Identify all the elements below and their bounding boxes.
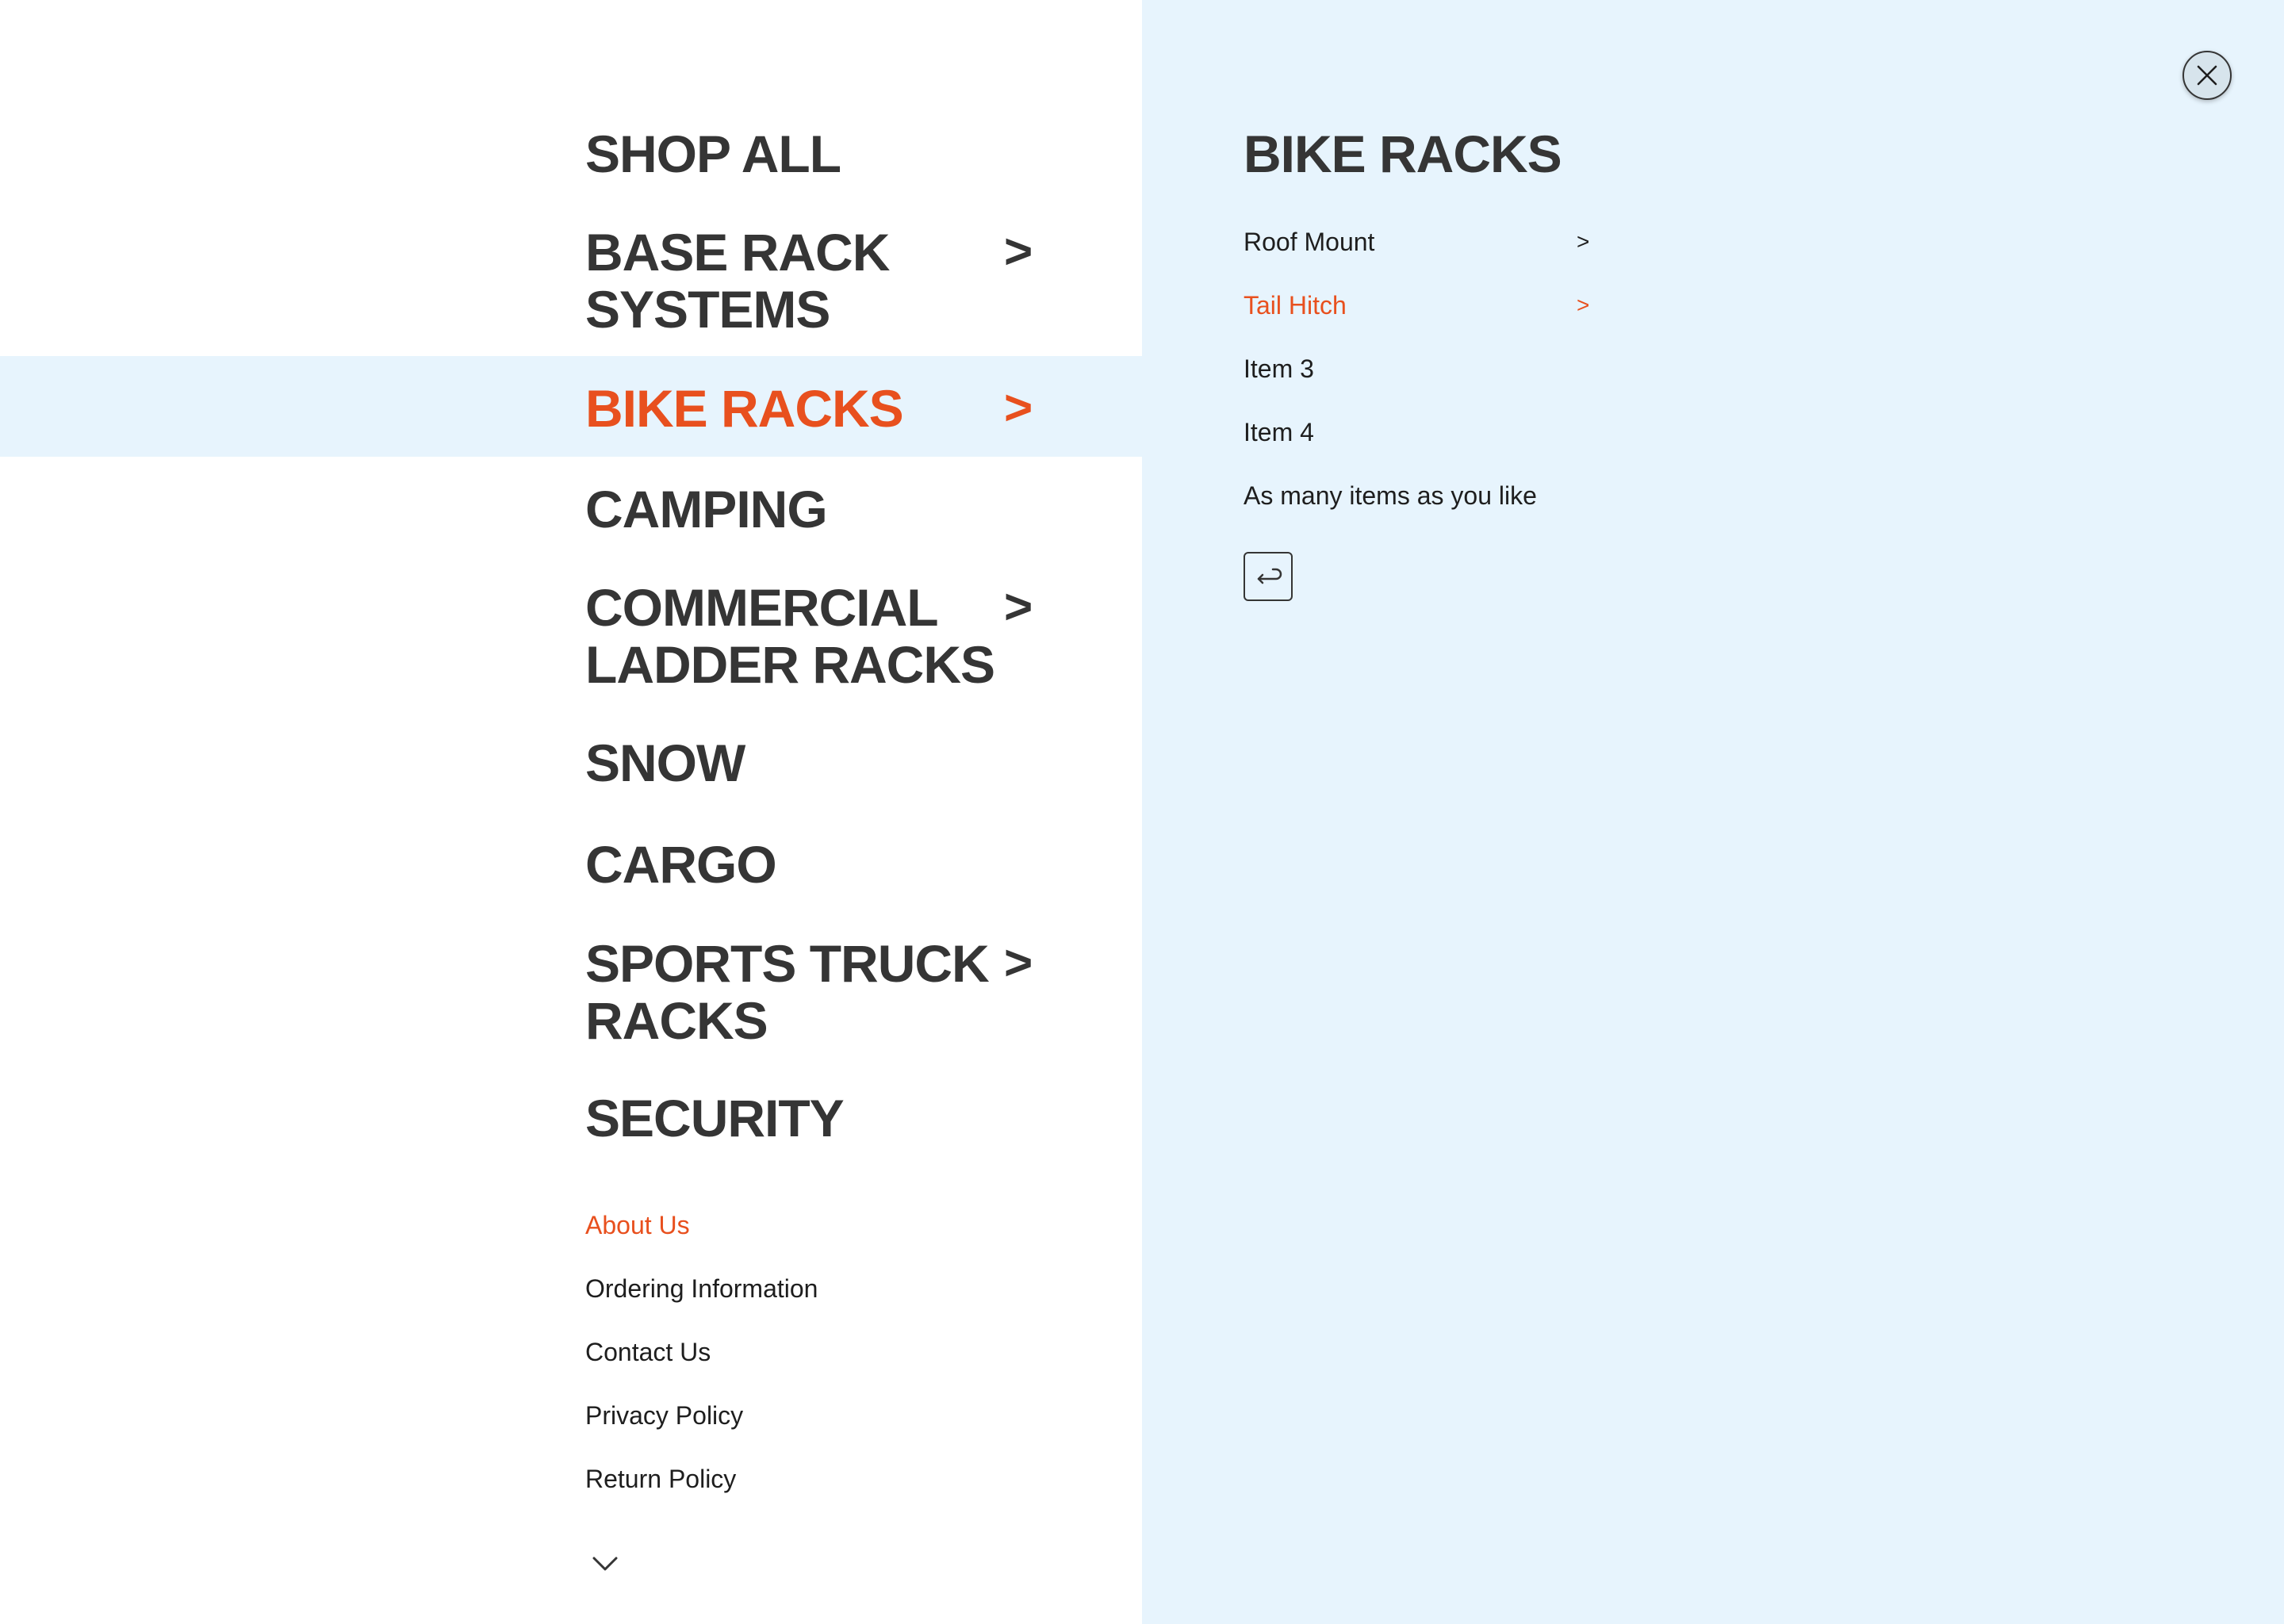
menu-item-camping[interactable]: CAMPING: [585, 481, 1077, 538]
submenu-item-tail-hitch[interactable]: Tail Hitch >: [1244, 289, 1592, 321]
menu-item-security[interactable]: SECURITY: [585, 1090, 1077, 1147]
menu-item-label: BIKE RACKS: [585, 379, 904, 438]
menu-item-label: COMMERCIAL LADDER RACKS: [585, 578, 995, 694]
about-us-link[interactable]: About Us: [585, 1209, 690, 1241]
submenu-item-3[interactable]: Item 3: [1244, 353, 1592, 385]
return-policy-link[interactable]: Return Policy: [585, 1463, 736, 1495]
chevron-right-icon: >: [1004, 580, 1033, 634]
menu-item-base-rack-systems[interactable]: BASE RACK SYSTEMS >: [585, 224, 1077, 338]
menu-item-label: BASE RACK SYSTEMS: [585, 223, 890, 339]
submenu-title: BIKE RACKS: [1244, 124, 1562, 183]
menu-item-commercial-ladder-racks[interactable]: COMMERCIAL LADDER RACKS >: [585, 579, 1077, 693]
submenu-item-label: Tail Hitch: [1244, 291, 1347, 320]
submenu-item-label: Item 3: [1244, 354, 1314, 383]
menu-item-cargo[interactable]: CARGO: [585, 836, 1077, 893]
contact-us-link[interactable]: Contact Us: [585, 1336, 711, 1368]
close-icon: [2197, 65, 2217, 86]
menu-item-label: SECURITY: [585, 1089, 845, 1147]
chevron-right-icon: >: [1004, 381, 1033, 435]
menu-item-label: SHOP ALL: [585, 124, 841, 183]
submenu-item-more[interactable]: As many items as you like: [1244, 480, 1592, 511]
menu-item-label: SPORTS TRUCK RACKS: [585, 934, 990, 1050]
menu-item-label: SNOW: [585, 733, 745, 792]
menu-item-label: CAMPING: [585, 480, 828, 538]
submenu-item-label: As many items as you like: [1244, 481, 1537, 510]
submenu-item-roof-mount[interactable]: Roof Mount >: [1244, 226, 1592, 258]
chevron-right-icon: >: [1577, 229, 1590, 254]
chevron-right-icon: >: [1004, 224, 1033, 279]
menu-item-sports-truck-racks[interactable]: SPORTS TRUCK RACKS >: [585, 935, 1077, 1049]
chevron-down-icon[interactable]: [592, 1554, 619, 1573]
chevron-right-icon: >: [1004, 936, 1033, 990]
menu-item-shop-all[interactable]: SHOP ALL: [585, 125, 1077, 182]
close-button[interactable]: [2182, 51, 2232, 100]
back-arrow-icon: [1257, 568, 1282, 584]
menu-item-snow[interactable]: SNOW: [585, 734, 1077, 791]
submenu-item-label: Item 4: [1244, 418, 1314, 446]
ordering-information-link[interactable]: Ordering Information: [585, 1273, 818, 1304]
menu-item-bike-racks[interactable]: BIKE RACKS >: [585, 380, 1077, 437]
privacy-policy-link[interactable]: Privacy Policy: [585, 1400, 743, 1431]
submenu-item-4[interactable]: Item 4: [1244, 416, 1592, 448]
chevron-right-icon: >: [1577, 293, 1590, 317]
submenu-item-label: Roof Mount: [1244, 228, 1375, 256]
menu-item-label: CARGO: [585, 835, 777, 894]
back-button[interactable]: [1244, 552, 1293, 601]
